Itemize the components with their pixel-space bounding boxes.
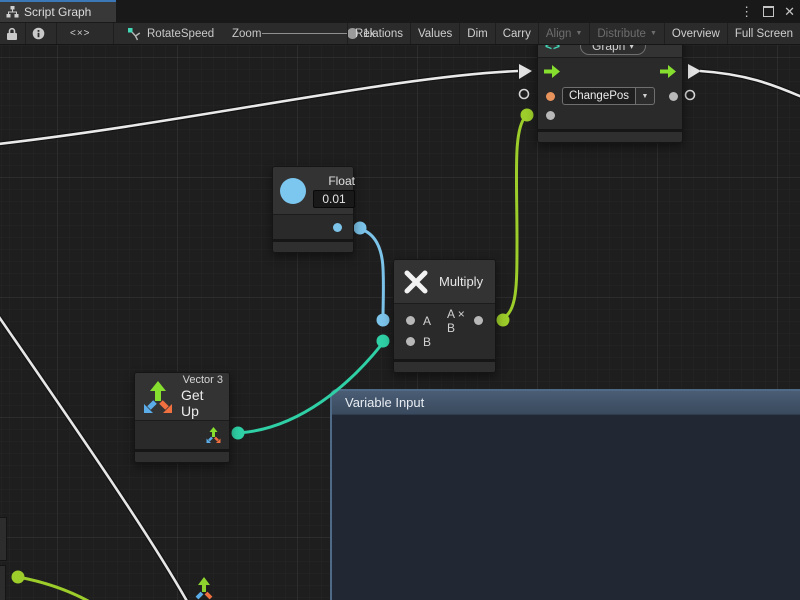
port-float-output-connector[interactable]	[354, 222, 367, 235]
node-multiply[interactable]: Multiply A A × B B	[393, 259, 496, 373]
lock-icon	[6, 27, 18, 41]
float-output-port-dot[interactable]	[333, 223, 342, 232]
event-node-footer	[538, 132, 682, 142]
zoom-label: Zoom	[232, 23, 261, 44]
code-icon: <×>	[70, 28, 91, 39]
value-input-port-dot[interactable]	[546, 111, 555, 120]
info-button[interactable]	[32, 23, 45, 44]
wire-multiply-out-to-event[interactable]	[502, 116, 526, 319]
chevron-down-icon[interactable]: ▼	[636, 87, 655, 105]
vector3-node-footer	[135, 452, 229, 462]
offscreen-node-edge[interactable]	[0, 517, 7, 561]
wire-shadow	[700, 71, 800, 97]
more-menu-icon[interactable]: ⋮	[740, 5, 753, 18]
unity-script-graph-window: Variable Input	[0, 0, 800, 600]
graph-node-icon	[127, 27, 141, 41]
tab-script-graph[interactable]: Script Graph	[0, 0, 116, 22]
float-node-footer	[273, 242, 353, 252]
vector3-port-icon-bottom[interactable]	[197, 577, 211, 598]
port-empty-left-circle[interactable]	[520, 90, 529, 99]
distribute-dropdown[interactable]: Distribute ▼	[589, 23, 664, 44]
multiply-icon	[403, 269, 429, 295]
node-vector3-getup[interactable]: Vector 3 Get Up	[134, 372, 230, 463]
float-icon	[280, 178, 306, 204]
fullscreen-button[interactable]: Full Screen	[727, 23, 800, 44]
node-float[interactable]: Float	[272, 166, 354, 253]
node-event-changepos[interactable]: <> Graph ▾ ChangePos ▼	[537, 30, 683, 143]
close-icon[interactable]: ✕	[784, 5, 795, 18]
lock-button[interactable]	[6, 23, 18, 44]
breadcrumb[interactable]: RotateSpeed	[127, 23, 214, 44]
multiply-b-port-dot[interactable]	[406, 337, 415, 346]
maximize-icon[interactable]	[763, 6, 774, 17]
relations-button[interactable]: Relations	[347, 23, 410, 44]
float-title: Float	[328, 174, 355, 188]
control-flow-row	[538, 58, 682, 86]
port-multiply-b-connector[interactable]	[377, 335, 390, 348]
dim-button[interactable]: Dim	[459, 23, 494, 44]
port-event-value-connector[interactable]	[521, 109, 534, 122]
tab-bar: Script Graph ⋮ ✕	[0, 0, 800, 22]
changepos-dropdown[interactable]: ChangePos ▼	[562, 87, 655, 105]
zoom-slider-track[interactable]	[262, 33, 353, 34]
port-getup-output-connector[interactable]	[232, 427, 245, 440]
wire-float-to-multiply-a[interactable]	[360, 229, 383, 318]
multiply-a-port-dot[interactable]	[406, 316, 415, 325]
values-button[interactable]: Values	[410, 23, 459, 44]
wire-bottom-green[interactable]	[18, 577, 90, 600]
port-empty-right-circle[interactable]	[686, 91, 695, 100]
overview-button[interactable]: Overview	[664, 23, 727, 44]
chevron-down-icon: ▼	[575, 30, 582, 37]
multiply-out-port-dot[interactable]	[474, 316, 483, 325]
code-view-button[interactable]: <×>	[70, 23, 91, 44]
flow-input-arrow-icon[interactable]	[544, 65, 560, 78]
carry-button[interactable]: Carry	[495, 23, 538, 44]
script-graph-icon	[6, 6, 19, 18]
variable-port-dot[interactable]	[546, 92, 555, 101]
wire-control-out[interactable]	[700, 71, 800, 97]
port-multiply-a-connector[interactable]	[377, 314, 390, 327]
graph-toolbar: <×> RotateSpeed Zoom 1x Relations Values…	[0, 22, 800, 45]
multiply-node-footer	[394, 362, 495, 372]
port-multiply-out-connector[interactable]	[497, 314, 510, 327]
float-value-input[interactable]	[313, 190, 355, 208]
wire-getup-to-multiply-b[interactable]	[238, 344, 382, 433]
flow-output-arrow-icon[interactable]	[660, 65, 676, 78]
chevron-down-icon: ▼	[650, 30, 657, 37]
tab-label: Script Graph	[24, 5, 91, 19]
breadcrumb-label: RotateSpeed	[147, 28, 214, 40]
port-bottom-left-connector[interactable]	[12, 571, 25, 584]
port-control-out-triangle[interactable]	[688, 64, 701, 79]
multiply-title: Multiply	[439, 274, 483, 289]
vector3-icon	[141, 379, 175, 415]
align-dropdown[interactable]: Align ▼	[538, 23, 590, 44]
vector3-output-port-icon[interactable]	[205, 426, 222, 444]
port-control-in-triangle[interactable]	[519, 64, 532, 79]
value-output-port-dot[interactable]	[669, 92, 678, 101]
info-icon	[32, 27, 45, 40]
offscreen-node-edge[interactable]	[0, 565, 6, 600]
